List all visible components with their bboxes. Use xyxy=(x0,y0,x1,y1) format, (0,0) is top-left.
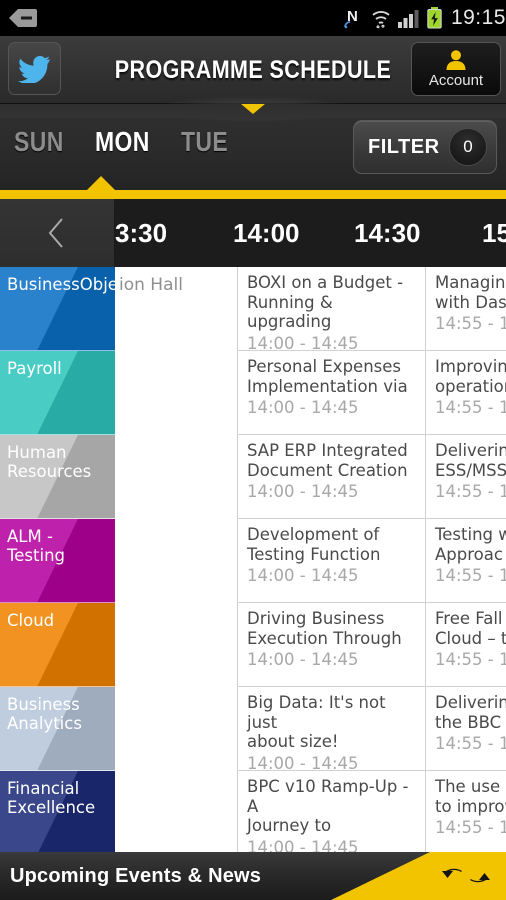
category-label: Business Analytics xyxy=(7,695,82,733)
bottom-bar[interactable]: Upcoming Events & News xyxy=(0,852,506,900)
nfc-icon: N xyxy=(344,8,358,29)
session-time: 14:00 - 14:45 xyxy=(247,398,359,417)
session-card[interactable]: Testing w Approac 14:55 - 15 xyxy=(426,519,506,603)
session-card[interactable]: Improvin operation 14:55 - 15 xyxy=(426,351,506,435)
session-title: Deliverin the BBC xyxy=(435,693,506,732)
title-glow xyxy=(153,96,353,122)
category-payroll[interactable]: Payroll xyxy=(0,351,115,435)
time-label-1430: 14:30 xyxy=(354,217,421,248)
session-title: BPC v10 Ramp-Up - A Journey to xyxy=(247,777,409,835)
tab-tue[interactable]: TUE xyxy=(181,126,228,158)
status-icons: N xyxy=(344,7,451,29)
session-title: Driving Business Execution Through xyxy=(247,609,402,648)
session-title: BOXI on a Budget - Running & upgrading xyxy=(247,273,404,331)
session-time: 14:00 - 14:45 xyxy=(247,333,359,351)
schedule-back-button[interactable] xyxy=(0,199,115,267)
category-label: Cloud xyxy=(7,611,55,630)
session-title: Development of Testing Function xyxy=(247,525,381,564)
session-columns: ion Hall BOXI on a Budget - Running & up… xyxy=(115,267,506,852)
category-cloud[interactable]: Cloud xyxy=(0,603,115,687)
signal-bars-icon xyxy=(397,10,419,28)
session-time: 14:55 - 15 xyxy=(435,566,506,585)
filter-count-badge: 0 xyxy=(449,128,487,166)
app-header: PROGRAMME SCHEDULE Account xyxy=(0,36,506,104)
session-time: 14:00 - 14:45 xyxy=(247,482,359,501)
tab-sun[interactable]: SUN xyxy=(14,126,64,158)
session-card[interactable]: Big Data: It's not just about size! 14:0… xyxy=(238,687,425,771)
back-arrow-icon[interactable] xyxy=(0,0,44,36)
category-human-resources[interactable]: Human Resources xyxy=(0,435,115,519)
session-title: The use o to improv xyxy=(435,777,506,816)
person-icon xyxy=(446,50,466,70)
status-bar: N 19:15 xyxy=(0,0,506,36)
session-time: 14:55 - 15 xyxy=(435,398,506,417)
session-card[interactable]: Development of Testing Function 14:00 - … xyxy=(238,519,425,603)
session-card[interactable]: Managing with Das 14:55 - 15 xyxy=(426,267,506,351)
room-label: ion Hall xyxy=(119,275,183,295)
schedule-body: BusinessObjects Payroll Human Resources … xyxy=(0,267,506,852)
back-arrow-glyph xyxy=(9,9,37,27)
account-label: Account xyxy=(428,72,484,89)
refresh-icon xyxy=(442,868,490,883)
session-card[interactable]: SAP ERP Integrated Document Creation 14:… xyxy=(238,435,425,519)
day-tabs: SUN MON TUE xyxy=(14,126,239,158)
session-time: 14:00 - 14:45 xyxy=(247,837,359,853)
session-time: 14:55 - 15 xyxy=(435,482,506,501)
category-label: Financial Excellence xyxy=(7,779,96,817)
category-label: ALM - Testing xyxy=(7,527,66,565)
session-time: 14:55 - 15 xyxy=(435,650,506,669)
time-label-1330: 3:30 xyxy=(115,217,168,248)
session-card[interactable]: Deliverin the BBC 14:55 - 15 xyxy=(426,687,506,771)
wifi-icon xyxy=(372,11,390,29)
session-card[interactable]: BOXI on a Budget - Running & upgrading 1… xyxy=(238,267,425,351)
session-time: 14:55 - 15 xyxy=(435,734,506,753)
category-alm-testing[interactable]: ALM - Testing xyxy=(0,519,115,603)
session-title: Free Fall Cloud – t xyxy=(435,609,506,648)
category-sidebar: BusinessObjects Payroll Human Resources … xyxy=(0,267,115,852)
session-time: 14:55 - 15 xyxy=(435,314,506,333)
session-time: 14:00 - 14:45 xyxy=(247,650,359,669)
filter-button[interactable]: FILTER 0 xyxy=(353,120,497,174)
filter-label: FILTER xyxy=(368,135,440,158)
session-card[interactable]: Free Fall Cloud – t 14:55 - 15 xyxy=(426,603,506,687)
session-title: Deliverin ESS/MSS xyxy=(435,441,506,480)
session-card[interactable]: Driving Business Execution Through 14:00… xyxy=(238,603,425,687)
page-title: PROGRAMME SCHEDULE xyxy=(114,55,392,84)
session-card[interactable]: The use o to improv 14:55 - 15 xyxy=(426,771,506,852)
session-time: 14:55 - 15 xyxy=(435,818,506,837)
category-label: BusinessObjects xyxy=(7,275,115,294)
column-room: ion Hall xyxy=(115,267,237,852)
category-financial-excellence[interactable]: Financial Excellence xyxy=(0,771,115,852)
session-title: Improvin operation xyxy=(435,357,506,396)
session-time: 14:00 - 14:45 xyxy=(247,753,359,771)
status-clock: 19:15 xyxy=(450,6,506,29)
battery-charging-icon xyxy=(427,7,442,29)
session-card[interactable]: Deliverin ESS/MSS 14:55 - 15 xyxy=(426,435,506,519)
category-businessobjects[interactable]: BusinessObjects xyxy=(0,267,115,351)
session-title: Personal Expenses Implementation via xyxy=(247,357,408,396)
refresh-button[interactable] xyxy=(440,852,492,900)
upcoming-events-label: Upcoming Events & News xyxy=(10,864,262,887)
session-time: 14:00 - 14:45 xyxy=(247,566,359,585)
category-business-analytics[interactable]: Business Analytics xyxy=(0,687,115,771)
session-title: SAP ERP Integrated Document Creation xyxy=(247,441,408,480)
column-1400: BOXI on a Budget - Running & upgrading 1… xyxy=(237,267,425,852)
category-label: Payroll xyxy=(7,359,62,378)
time-label-1500: 15 xyxy=(482,217,506,248)
time-label-1400: 14:00 xyxy=(233,217,300,248)
session-title: Testing w Approac xyxy=(435,525,506,564)
category-label: Human Resources xyxy=(7,443,92,481)
tab-mon[interactable]: MON xyxy=(95,126,150,158)
session-card[interactable]: Personal Expenses Implementation via 14:… xyxy=(238,351,425,435)
active-day-pointer xyxy=(86,176,116,191)
chevron-left-icon xyxy=(48,218,63,248)
column-1455: Managing with Das 14:55 - 15 Improvin op… xyxy=(425,267,506,852)
session-card[interactable]: BPC v10 Ramp-Up - A Journey to 14:00 - 1… xyxy=(238,771,425,852)
session-title: Managing with Das xyxy=(435,273,506,312)
accent-divider xyxy=(0,190,506,199)
account-button[interactable]: Account xyxy=(411,42,501,96)
session-title: Big Data: It's not just about size! xyxy=(247,693,386,751)
